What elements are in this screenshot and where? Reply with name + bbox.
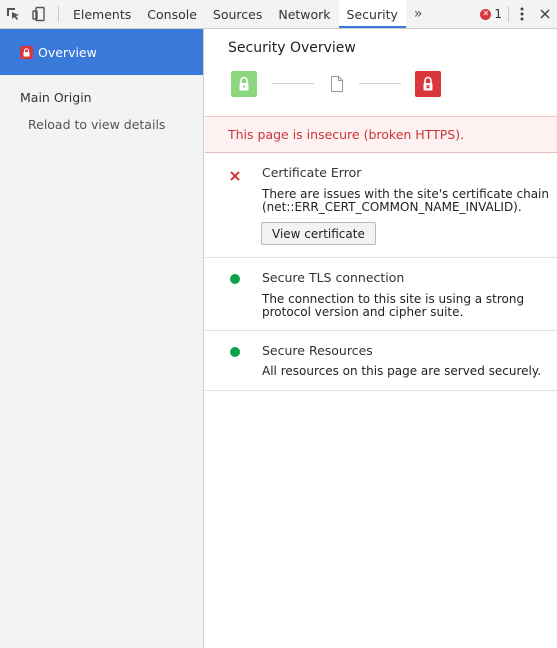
inspect-element-icon[interactable] [0, 0, 26, 28]
insecure-lock-large-icon [415, 71, 441, 97]
tab-console[interactable]: Console [139, 0, 205, 28]
sidebar-reload-hint: Reload to view details [28, 117, 166, 132]
security-state-diagram [231, 71, 445, 99]
sidebar-main-origin-header: Main Origin [20, 90, 92, 105]
section-title: Certificate Error [262, 165, 362, 180]
device-toolbar-icon[interactable] [26, 0, 52, 28]
page-title: Security Overview [228, 40, 356, 56]
kebab-menu-icon[interactable] [511, 0, 533, 28]
toolbar-separator [58, 6, 59, 22]
view-certificate-button[interactable]: View certificate [261, 222, 376, 245]
more-tabs-button[interactable]: » [406, 0, 431, 28]
sidebar-item-overview-label: Overview [38, 44, 97, 60]
toolbar-right: ✕ 1 [476, 0, 557, 28]
section-description: All resources on this page are served se… [262, 364, 542, 378]
error-x-icon [230, 170, 240, 184]
security-main-panel: Security Overview This page is insecure … [205, 29, 557, 648]
certificate-error-section: Certificate Error There are issues with … [205, 154, 557, 258]
secure-dot-icon [230, 274, 240, 284]
tab-network[interactable]: Network [270, 0, 338, 28]
section-title: Secure Resources [262, 343, 373, 358]
insecure-banner: This page is insecure (broken HTTPS). [205, 116, 557, 153]
toolbar-separator-right [508, 6, 509, 22]
error-counter[interactable]: ✕ 1 [476, 7, 506, 21]
diagram-connector-left [272, 83, 314, 84]
diagram-connector-right [359, 83, 401, 84]
secure-dot-icon [230, 347, 240, 357]
security-sidebar: Overview Main Origin Reload to view deta… [0, 29, 204, 648]
secure-resources-section: Secure Resources All resources on this p… [205, 331, 557, 391]
section-description: The connection to this site is using a s… [262, 292, 525, 319]
error-icon: ✕ [480, 8, 492, 20]
error-count-label: 1 [494, 7, 502, 21]
tab-sources[interactable]: Sources [205, 0, 270, 28]
document-icon [330, 75, 344, 96]
sidebar-item-overview[interactable]: Overview [0, 29, 203, 75]
section-description: There are issues with the site's certifi… [262, 187, 549, 214]
insecure-lock-icon [20, 45, 33, 59]
section-title: Secure TLS connection [262, 270, 405, 285]
secure-tls-section: Secure TLS connection The connection to … [205, 258, 557, 331]
close-icon[interactable] [533, 0, 557, 28]
tab-elements[interactable]: Elements [65, 0, 139, 28]
secure-lock-icon [231, 71, 257, 97]
devtools-toolbar: Elements Console Sources Network Securit… [0, 0, 557, 29]
tab-security[interactable]: Security [338, 0, 406, 28]
